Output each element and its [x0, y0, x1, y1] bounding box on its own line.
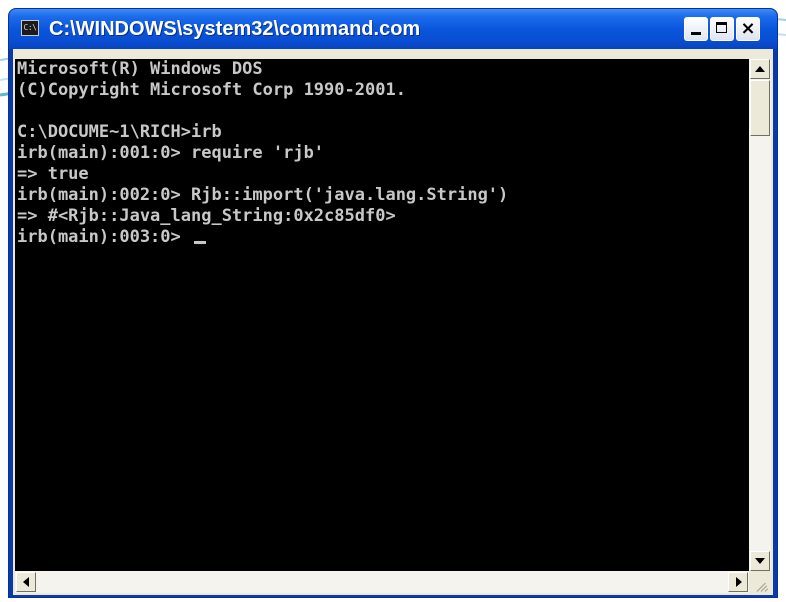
scroll-left-button[interactable] — [16, 572, 36, 592]
scroll-right-button[interactable] — [728, 572, 748, 592]
window-title: C:\WINDOWS\system32\command.com — [49, 18, 421, 40]
console-line: irb(main):002:0> Rjb::import('java.lang.… — [17, 185, 509, 205]
resize-grip[interactable] — [749, 571, 771, 593]
scroll-up-button[interactable] — [750, 59, 770, 79]
console-line: Microsoft(R) Windows DOS — [17, 59, 263, 79]
console-prompt: irb(main):003:0> — [17, 227, 191, 247]
minimize-button[interactable] — [684, 17, 708, 41]
maximize-button[interactable] — [710, 17, 734, 41]
console-line: C:\DOCUME~1\RICH>irb — [17, 122, 222, 142]
vertical-scroll-thumb[interactable] — [750, 80, 770, 136]
console-window: C:\ C:\WINDOWS\system32\command.com × Mi… — [8, 8, 778, 598]
arrow-left-icon — [23, 577, 29, 587]
console-line: => #<Rjb::Java_lang_String:0x2c85df0> — [17, 206, 396, 226]
console-line: irb(main):001:0> require 'rjb' — [17, 143, 325, 163]
console-prompt-line[interactable]: irb(main):003:0> — [15, 227, 749, 248]
arrow-up-icon — [755, 66, 765, 72]
close-button[interactable]: × — [736, 17, 760, 41]
console-line: => true — [17, 164, 89, 184]
window-client-area: Microsoft(R) Windows DOS (C)Copyright Mi… — [13, 49, 773, 595]
minimize-icon — [691, 32, 701, 35]
console-icon[interactable]: C:\ — [21, 20, 39, 36]
horizontal-scrollbar[interactable] — [15, 571, 749, 593]
console-output[interactable]: Microsoft(R) Windows DOS (C)Copyright Mi… — [15, 59, 749, 571]
arrow-right-icon — [736, 577, 742, 587]
scroll-down-button[interactable] — [750, 551, 770, 571]
grip-line — [764, 588, 769, 592]
maximize-icon — [716, 22, 727, 33]
vertical-scrollbar[interactable] — [749, 59, 771, 571]
text-cursor — [194, 241, 206, 244]
console-line: (C)Copyright Microsoft Corp 1990-2001. — [17, 80, 406, 100]
title-bar[interactable]: C:\ C:\WINDOWS\system32\command.com × — [9, 9, 777, 49]
arrow-down-icon — [755, 558, 765, 564]
close-icon: × — [740, 18, 756, 39]
